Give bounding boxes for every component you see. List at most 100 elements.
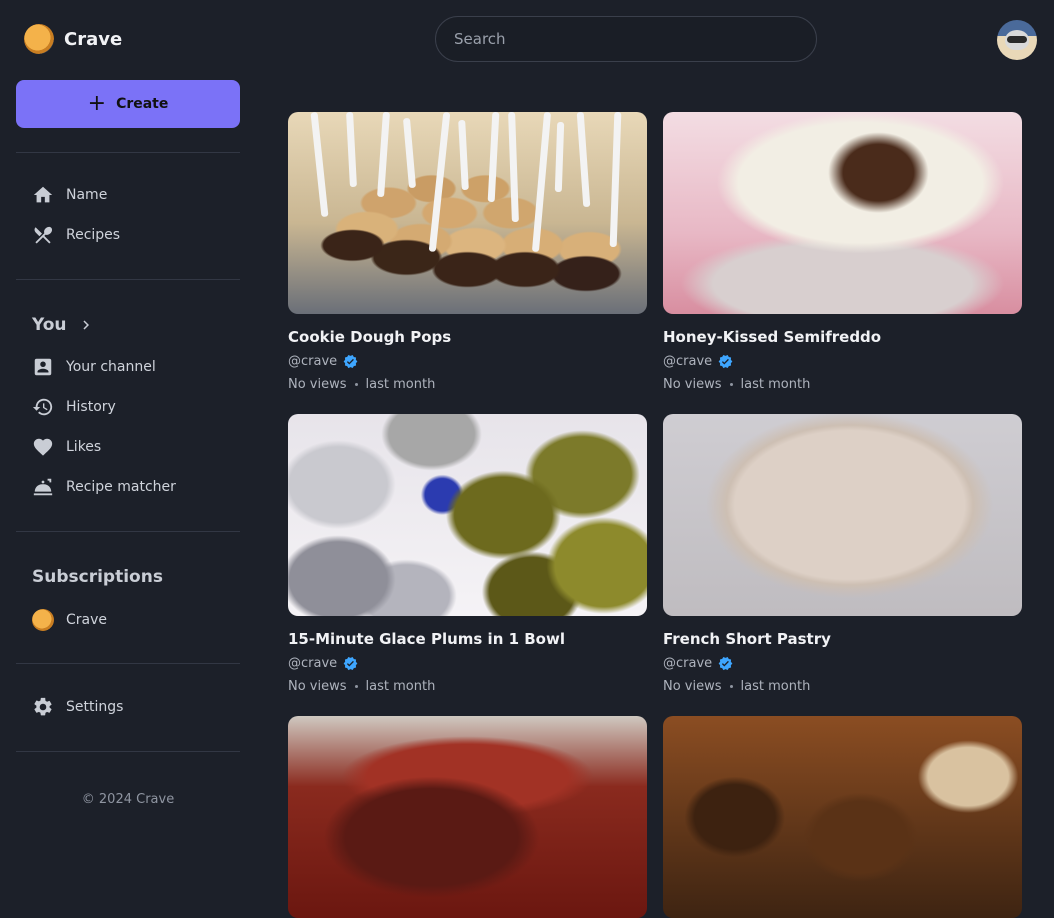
sidebar-item-label: Your channel <box>66 359 156 375</box>
video-thumbnail[interactable] <box>663 112 1022 314</box>
video-thumbnail[interactable] <box>288 112 647 314</box>
search-bar[interactable] <box>435 16 817 62</box>
view-count: No views <box>288 679 347 694</box>
sidebar-item-label: Settings <box>66 699 124 715</box>
separator-dot <box>354 383 358 386</box>
video-card[interactable]: French Short Pastry @crave No views last… <box>663 414 1022 694</box>
channel-link[interactable]: @crave <box>288 354 647 369</box>
sidebar-item-label: Recipes <box>66 227 121 243</box>
sidebar-item-your-channel[interactable]: Your channel <box>32 356 156 378</box>
sidebar-divider <box>16 531 240 532</box>
sidebar-divider <box>16 663 240 664</box>
copyright-footer: © 2024 Crave <box>81 792 175 807</box>
verified-badge-icon <box>718 354 733 369</box>
sidebar-item-recipe-matcher[interactable]: Recipe matcher <box>32 476 176 498</box>
video-meta: No views last month <box>288 377 647 392</box>
create-button-label: Create <box>116 96 169 112</box>
avatar-mask <box>1007 36 1027 43</box>
verified-badge-icon <box>343 656 358 671</box>
create-button[interactable]: + Create <box>16 80 240 128</box>
video-card[interactable]: Honey-Kissed Semifreddo @crave No views … <box>663 112 1022 392</box>
video-thumbnail[interactable] <box>663 414 1022 616</box>
sidebar-item-likes[interactable]: Likes <box>32 436 101 458</box>
sidebar-divider <box>16 279 240 280</box>
verified-badge-icon <box>343 354 358 369</box>
crave-logo-icon <box>24 24 54 54</box>
food-tray-icon <box>33 478 53 496</box>
separator-dot <box>729 685 733 688</box>
channel-avatar-icon <box>32 609 54 631</box>
video-title[interactable]: 15-Minute Glace Plums in 1 Bowl <box>288 630 647 648</box>
utensils-icon <box>34 226 53 244</box>
account-box-icon <box>34 358 52 376</box>
chevron-right-icon <box>82 320 89 330</box>
pop-stick <box>576 112 591 208</box>
pop-stick <box>458 119 469 191</box>
video-meta: No views last month <box>663 679 1022 694</box>
channel-link[interactable]: @crave <box>663 354 1022 369</box>
separator-dot <box>354 685 358 688</box>
sidebar-divider <box>16 152 240 153</box>
subscription-label: Crave <box>66 612 108 628</box>
sidebar-item-label: Recipe matcher <box>66 479 176 495</box>
you-section-title: You <box>32 315 67 335</box>
video-title[interactable]: Honey-Kissed Semifreddo <box>663 328 1022 346</box>
channel-name: @crave <box>663 656 713 671</box>
sidebar-item-label: History <box>66 399 116 415</box>
view-count: No views <box>663 679 722 694</box>
video-card[interactable] <box>288 716 647 918</box>
video-title[interactable]: French Short Pastry <box>663 630 1022 648</box>
plus-icon: + <box>87 91 107 116</box>
video-thumbnail[interactable] <box>288 414 647 616</box>
you-section-header[interactable]: You <box>32 315 95 335</box>
separator-dot <box>729 383 733 386</box>
video-meta: No views last month <box>663 377 1022 392</box>
sidebar-item-recipes[interactable]: Recipes <box>32 224 120 246</box>
pop-stick <box>346 112 357 188</box>
upload-age: last month <box>365 679 436 694</box>
sidebar-item-label: Likes <box>66 439 102 455</box>
video-title[interactable]: Cookie Dough Pops <box>288 328 647 346</box>
view-count: No views <box>288 377 347 392</box>
channel-link[interactable]: @crave <box>288 656 647 671</box>
video-meta: No views last month <box>288 679 647 694</box>
heart-icon <box>33 438 53 456</box>
app-logo[interactable]: Crave <box>24 24 122 54</box>
gear-icon <box>34 697 52 716</box>
pop-stick <box>377 112 390 198</box>
subscriptions-section-header: Subscriptions <box>32 567 163 587</box>
video-thumbnail[interactable] <box>288 716 647 918</box>
pop-stick <box>609 112 622 248</box>
upload-age: last month <box>740 377 811 392</box>
subscriptions-title: Subscriptions <box>32 567 163 587</box>
pop-stick <box>487 112 500 203</box>
channel-link[interactable]: @crave <box>663 656 1022 671</box>
sidebar-item-settings[interactable]: Settings <box>32 696 123 718</box>
view-count: No views <box>663 377 722 392</box>
sidebar-item-name[interactable]: Name <box>32 184 107 206</box>
pop-stick <box>554 121 565 193</box>
pop-stick <box>428 112 451 252</box>
user-avatar[interactable] <box>997 20 1037 60</box>
video-card[interactable] <box>663 716 1022 918</box>
sidebar-item-history[interactable]: History <box>32 396 116 418</box>
subscription-item-crave[interactable]: Crave <box>32 609 107 631</box>
pop-stick <box>310 112 329 218</box>
upload-age: last month <box>365 377 436 392</box>
history-icon <box>32 398 53 416</box>
sidebar-item-label: Name <box>66 187 108 203</box>
app-name: Crave <box>64 28 123 50</box>
video-card[interactable]: 15-Minute Glace Plums in 1 Bowl @crave N… <box>288 414 647 694</box>
video-card[interactable]: Cookie Dough Pops @crave No views last m… <box>288 112 647 392</box>
pop-stick <box>531 112 552 253</box>
channel-name: @crave <box>288 354 338 369</box>
pop-stick <box>402 117 417 189</box>
video-thumbnail[interactable] <box>663 716 1022 918</box>
search-input[interactable] <box>452 29 816 49</box>
home-icon <box>33 186 53 203</box>
pop-stick <box>508 112 519 223</box>
upload-age: last month <box>740 679 811 694</box>
channel-name: @crave <box>663 354 713 369</box>
sidebar-divider <box>16 751 240 752</box>
channel-name: @crave <box>288 656 338 671</box>
